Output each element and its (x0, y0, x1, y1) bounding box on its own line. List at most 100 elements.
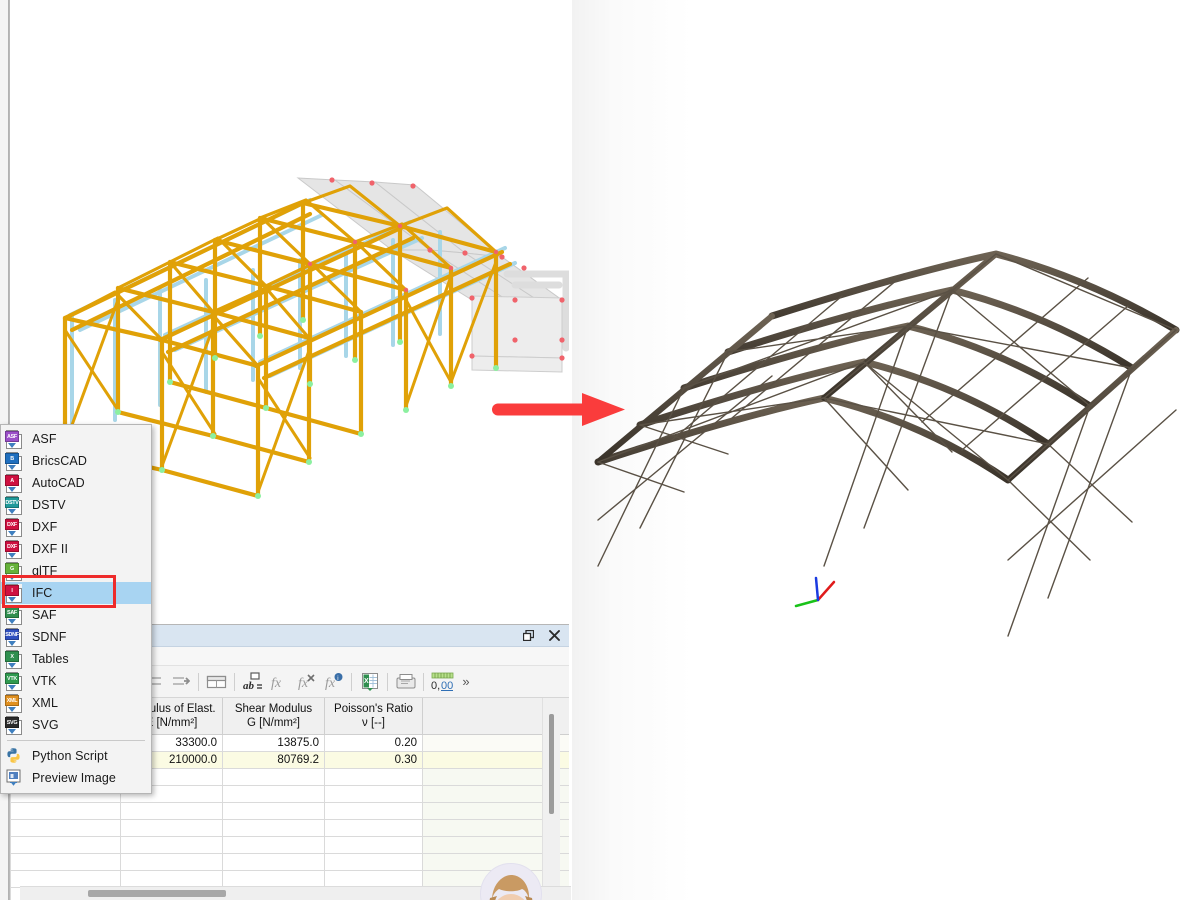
left-application-pane: ab fx fx fx i X 0, 00 » Modulus of Elast… (0, 0, 571, 900)
cell-empty[interactable] (222, 836, 325, 854)
horizontal-scrollbar-thumb[interactable] (88, 890, 226, 897)
menu-item-vtk[interactable]: VTK VTK (1, 670, 151, 692)
fx-delete-icon: fx (298, 674, 315, 691)
ifc-exported-model-3d-view[interactable] (572, 0, 1200, 900)
menu-item-preview-image[interactable]: Preview Image (1, 767, 151, 789)
table-empty-row[interactable] (10, 819, 569, 837)
menu-item-svg[interactable]: SVG SVG (1, 714, 151, 736)
menu-item-asf[interactable]: ASF ASF (1, 428, 151, 450)
file-dstv-icon: DSTV (5, 496, 23, 515)
cell-empty[interactable] (120, 819, 223, 837)
cell-shear-g[interactable]: 80769.2 (222, 751, 325, 769)
python-icon (5, 747, 23, 765)
menu-item-sdnf[interactable]: SDNF SDNF (1, 626, 151, 648)
svg-text:X: X (364, 678, 369, 685)
column-header-poisson[interactable]: Poisson's Ratio ν [--] (324, 698, 423, 735)
restore-icon (523, 630, 534, 641)
menu-item-label: IFC (32, 586, 53, 600)
formula-info-button[interactable]: fx i (320, 668, 347, 695)
file-svg-icon: SVG (5, 716, 23, 735)
menu-separator (7, 740, 145, 741)
cell-empty[interactable] (324, 785, 423, 803)
decimals-icon: 0, 00 (431, 672, 454, 692)
move-right-icon (173, 677, 190, 685)
cell-empty[interactable] (222, 785, 325, 803)
menu-item-autocad[interactable]: A AutoCAD (1, 472, 151, 494)
file-dxf2-icon: DXF (5, 540, 23, 559)
cell-shear-g[interactable]: 13875.0 (222, 734, 325, 752)
table-layout-button[interactable] (203, 668, 230, 695)
cell-empty[interactable] (10, 819, 121, 837)
cell-empty[interactable] (10, 853, 121, 871)
menu-item-label: DSTV (32, 498, 66, 512)
file-dxf-icon: DXF (5, 518, 23, 537)
cell-empty[interactable] (324, 853, 423, 871)
cell-poisson[interactable]: 0.20 (324, 734, 423, 752)
menu-item-label: BricsCAD (32, 454, 87, 468)
cell-empty[interactable] (222, 768, 325, 786)
menu-item-dxf[interactable]: DXF DXF (1, 516, 151, 538)
toolbar-separator (387, 672, 388, 691)
toolbar-overflow-button[interactable]: » (458, 668, 474, 695)
cell-empty[interactable] (120, 853, 223, 871)
menu-item-label: ASF (32, 432, 57, 446)
menu-item-saf[interactable]: SAF SAF (1, 604, 151, 626)
transfer-arrow-icon (492, 393, 625, 426)
close-panel-button[interactable] (548, 629, 561, 642)
menu-item-tables[interactable]: X Tables (1, 648, 151, 670)
cell-poisson[interactable]: 0.30 (324, 751, 423, 769)
print-report-button[interactable] (392, 668, 419, 695)
file-asf-icon: ASF (5, 430, 23, 449)
table-vertical-scrollbar[interactable] (542, 698, 560, 900)
toolbar-separator (234, 672, 235, 691)
menu-item-dstv[interactable]: DSTV DSTV (1, 494, 151, 516)
decimals-button[interactable]: 0, 00 (428, 668, 458, 695)
header-line-1: Shear Modulus (234, 702, 313, 715)
cell-empty[interactable] (222, 870, 325, 888)
cell-empty[interactable] (324, 802, 423, 820)
cell-empty[interactable] (324, 870, 423, 888)
cell-empty[interactable] (10, 870, 121, 888)
menu-item-gltf[interactable]: GglTF (1, 560, 151, 582)
svg-text:fx: fx (325, 676, 336, 691)
toolbar-separator (351, 672, 352, 691)
cell-empty[interactable] (324, 836, 423, 854)
cell-empty[interactable] (324, 819, 423, 837)
menu-item-label: SVG (32, 718, 59, 732)
ab-format-button[interactable]: ab (239, 668, 266, 695)
cell-empty[interactable] (222, 819, 325, 837)
formula-delete-button[interactable]: fx (293, 668, 320, 695)
menu-item-dxf-ii[interactable]: DXF DXF II (1, 538, 151, 560)
export-format-context-menu[interactable]: ASF ASF B BricsCAD A AutoCAD DSTV DSTV DXF DXF DXF… (0, 424, 152, 794)
ifc-model-svg (594, 250, 1180, 639)
menu-item-label: Tables (32, 652, 69, 666)
formula-fx-button[interactable]: fx (266, 668, 293, 695)
menu-item-bricscad[interactable]: B BricsCAD (1, 450, 151, 472)
table-empty-row[interactable] (10, 802, 569, 820)
menu-item-xml[interactable]: XML XML (1, 692, 151, 714)
header-line-2: G [N/mm²] (246, 717, 301, 729)
print-report-icon (396, 673, 415, 688)
menu-item-python-script[interactable]: Python Script (1, 745, 151, 767)
vertical-scrollbar-thumb[interactable] (549, 714, 554, 814)
cell-empty[interactable] (222, 802, 325, 820)
cell-empty[interactable] (120, 836, 223, 854)
table-empty-row[interactable] (10, 853, 569, 871)
cell-empty[interactable] (10, 836, 121, 854)
excel-export-icon: X (361, 673, 378, 691)
export-excel-button[interactable]: X (356, 668, 383, 695)
cell-empty[interactable] (324, 768, 423, 786)
toolbar-separator (423, 672, 424, 691)
right-preview-pane (572, 0, 1200, 900)
cell-empty[interactable] (120, 802, 223, 820)
move-right-button[interactable] (167, 668, 194, 695)
menu-item-label: DXF II (32, 542, 69, 556)
column-header-shear-g[interactable]: Shear Modulus G [N/mm²] (222, 698, 325, 735)
cell-empty[interactable] (10, 802, 121, 820)
cell-empty[interactable] (120, 870, 223, 888)
cell-empty[interactable] (222, 853, 325, 871)
file-gltf-icon: G (5, 562, 23, 581)
table-empty-row[interactable] (10, 836, 569, 854)
restore-panel-button[interactable] (522, 629, 535, 642)
menu-item-ifc[interactable]: I IFC (1, 582, 151, 604)
